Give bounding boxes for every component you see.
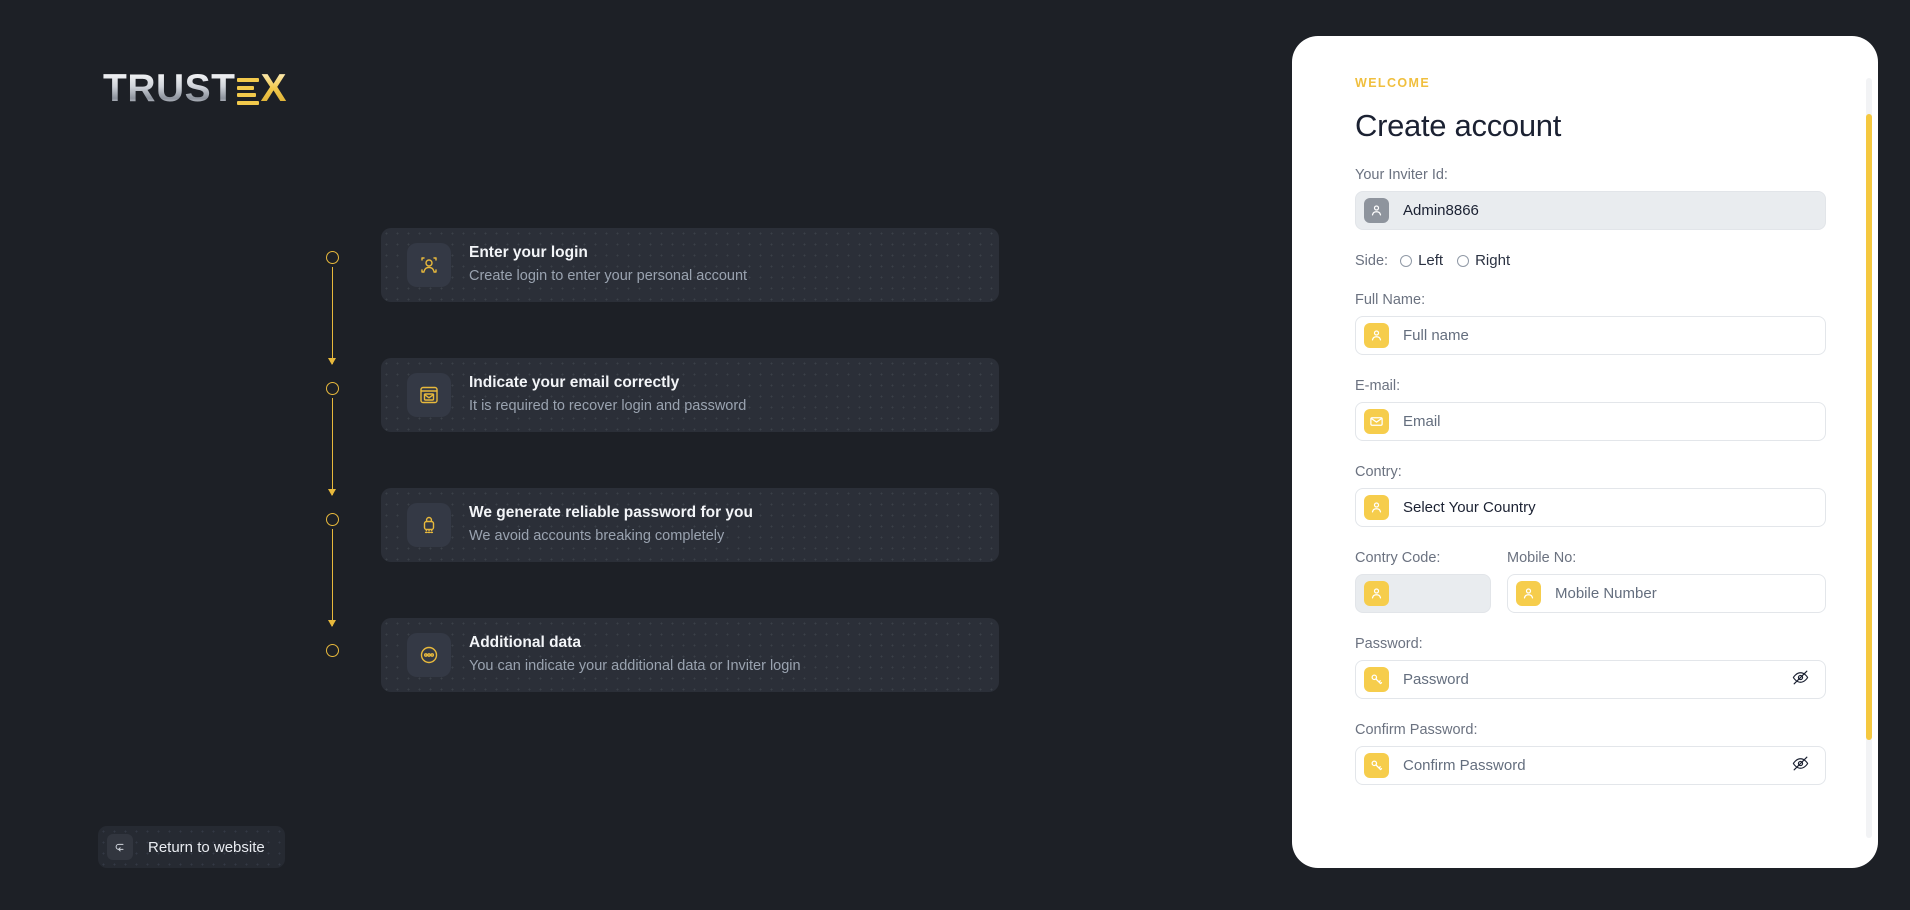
timeline-dot-4 [326, 644, 339, 657]
phone-row: Contry Code: Mobile No: Mobile Number [1355, 527, 1826, 613]
confirm-password-placeholder: Confirm Password [1403, 757, 1526, 774]
welcome-eyebrow: WELCOME [1355, 76, 1431, 90]
step-text: We generate reliable password for you We… [469, 503, 753, 547]
inviter-value: Admin8866 [1403, 202, 1479, 219]
country-select[interactable]: Select Your Country [1355, 488, 1826, 527]
return-to-website-label: Return to website [148, 838, 265, 856]
step-card-email: Indicate your email correctly It is requ… [381, 358, 999, 432]
padlock-asterisk-icon [407, 503, 451, 547]
key-icon [1364, 753, 1389, 778]
timeline-arrow-2 [328, 489, 337, 496]
create-account-card: WELCOME Create account Your Inviter Id: … [1292, 36, 1878, 868]
timeline-dot-3 [326, 513, 339, 526]
timeline-line-2 [332, 398, 334, 495]
return-to-website-button[interactable]: Return to website [98, 826, 285, 868]
id-person-icon [407, 243, 451, 287]
timeline-line-1 [332, 267, 334, 364]
step-title: We generate reliable password for you [469, 504, 753, 522]
confirm-password-label: Confirm Password: [1355, 722, 1478, 738]
email-window-icon [407, 373, 451, 417]
key-icon [1364, 667, 1389, 692]
side-radio-left-label: Left [1418, 252, 1444, 269]
step-title: Enter your login [469, 244, 588, 262]
password-input[interactable]: Password [1355, 660, 1826, 699]
steps-timeline [326, 240, 350, 657]
eye-off-icon[interactable] [1791, 668, 1810, 692]
person-icon [1516, 581, 1541, 606]
timeline-line-3 [332, 529, 334, 626]
step-subtitle: It is required to recover login and pass… [469, 397, 747, 414]
person-icon [1364, 323, 1389, 348]
mobile-col: Mobile No: Mobile Number [1507, 527, 1826, 613]
password-placeholder: Password [1403, 671, 1469, 688]
page-title: Create account [1355, 108, 1562, 143]
side-radio-right-label: Right [1475, 252, 1511, 269]
three-dots-circle-icon [407, 633, 451, 677]
step-text: Enter your login Create login to enter y… [469, 243, 747, 287]
radio-circle-icon [1400, 254, 1413, 267]
full-name-input[interactable]: Full name [1355, 316, 1826, 355]
password-label: Password: [1355, 636, 1423, 652]
person-icon [1364, 495, 1389, 520]
side-label: Side: [1355, 252, 1389, 269]
country-value: Select Your Country [1403, 499, 1536, 516]
timeline-dot-2 [326, 382, 339, 395]
mobile-input[interactable]: Mobile Number [1507, 574, 1826, 613]
logo-text-accent: X [260, 67, 287, 110]
step-subtitle: We avoid accounts breaking completely [469, 527, 725, 544]
side-radio-left[interactable]: Left [1400, 252, 1443, 269]
create-account-form: WELCOME Create account Your Inviter Id: … [1292, 36, 1878, 868]
step-card-enter-login: Enter your login Create login to enter y… [381, 228, 999, 302]
logo-text-main: TRUST [103, 67, 236, 110]
return-arrow-icon [107, 834, 133, 860]
inviter-input: Admin8866 [1355, 191, 1826, 230]
person-icon [1364, 581, 1389, 606]
radio-circle-icon [1457, 254, 1470, 267]
inviter-label: Your Inviter Id: [1355, 167, 1448, 183]
email-placeholder: Email [1403, 413, 1441, 430]
signup-page: TRUST X Enter your login Create login to… [0, 0, 1910, 910]
timeline-arrow-3 [328, 620, 337, 627]
side-row: Side: Left Right [1355, 252, 1826, 269]
step-card-additional-data: Additional data You can indicate your ad… [381, 618, 999, 692]
country-code-col: Contry Code: [1355, 527, 1491, 613]
eye-off-icon[interactable] [1791, 754, 1810, 778]
mobile-label: Mobile No: [1507, 550, 1577, 566]
full-name-placeholder: Full name [1403, 327, 1469, 344]
person-icon [1364, 198, 1389, 223]
step-subtitle: Create login to enter your personal acco… [469, 267, 748, 284]
steps-list: Enter your login Create login to enter y… [381, 228, 999, 748]
step-text: Indicate your email correctly It is requ… [469, 373, 746, 417]
side-radio-right[interactable]: Right [1457, 252, 1510, 269]
envelope-icon [1364, 409, 1389, 434]
step-card-password: We generate reliable password for you We… [381, 488, 999, 562]
country-label: Contry: [1355, 464, 1402, 480]
confirm-password-input[interactable]: Confirm Password [1355, 746, 1826, 785]
full-name-label: Full Name: [1355, 292, 1426, 308]
mobile-placeholder: Mobile Number [1555, 585, 1657, 602]
timeline-arrow-1 [328, 358, 337, 365]
trustex-logo: TRUST X [103, 68, 287, 108]
country-code-label: Contry Code: [1355, 550, 1441, 566]
step-title: Indicate your email correctly [469, 374, 680, 392]
email-input[interactable]: Email [1355, 402, 1826, 441]
left-panel: TRUST X Enter your login Create login to… [0, 0, 1292, 910]
timeline-dot-1 [326, 251, 339, 264]
step-subtitle: You can indicate your additional data or… [469, 657, 801, 674]
step-title: Additional data [469, 634, 581, 652]
form-scrollbar-thumb[interactable] [1866, 114, 1872, 740]
step-text: Additional data You can indicate your ad… [469, 633, 801, 677]
country-code-input [1355, 574, 1491, 613]
email-label: E-mail: [1355, 378, 1401, 394]
logo-e-bars-icon [236, 78, 259, 105]
